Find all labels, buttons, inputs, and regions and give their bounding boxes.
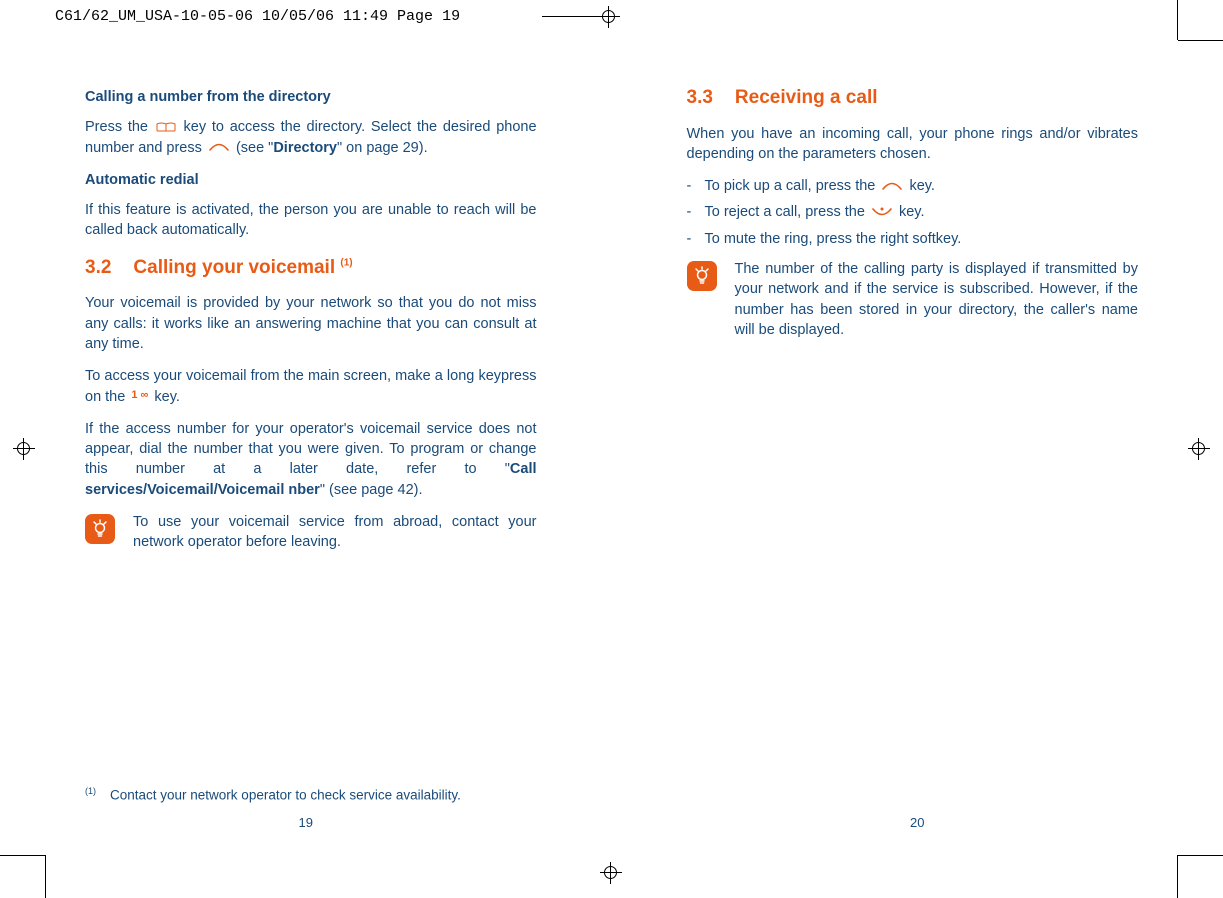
call-key-icon — [879, 176, 905, 194]
section-title: Calling your voicemail — [133, 257, 340, 278]
crop-line — [1177, 0, 1178, 40]
paragraph: Press the key to access the directory. S… — [85, 117, 537, 158]
paragraph: When you have an incoming call, your pho… — [687, 124, 1139, 165]
crop-mark-top-icon — [598, 6, 620, 28]
end-key-icon — [869, 203, 895, 221]
bullet-list: - To pick up a call, press the key. - To… — [687, 176, 1139, 249]
text: To reject a call, press the — [705, 204, 869, 220]
page-number: 20 — [612, 814, 1223, 832]
text: key. — [899, 204, 925, 220]
text: If the access number for your operator's… — [85, 421, 537, 478]
section-title: Receiving a call — [735, 87, 878, 108]
page-right: 3.3 Receiving a call When you have an inc… — [612, 60, 1223, 860]
directory-key-icon — [154, 117, 178, 135]
heading-directory: Calling a number from the directory — [85, 87, 537, 107]
text: To pick up a call, press the — [705, 178, 880, 194]
list-dash: - — [687, 202, 705, 222]
crop-line — [1177, 855, 1178, 898]
paragraph: Your voicemail is provided by your netwo… — [85, 293, 537, 354]
list-item: - To mute the ring, press the right soft… — [687, 229, 1139, 249]
crop-mark-bottom-icon — [600, 862, 622, 884]
lightbulb-icon — [85, 514, 115, 544]
list-text: To mute the ring, press the right softke… — [705, 229, 962, 249]
page-number: 19 — [0, 814, 612, 832]
text: Press the — [85, 119, 154, 135]
section-number: 3.2 — [85, 257, 111, 278]
lightbulb-icon — [687, 261, 717, 291]
section-number: 3.3 — [687, 87, 713, 108]
tip-text: To use your voicemail service from abroa… — [133, 512, 537, 553]
list-item: - To reject a call, press the key. — [687, 202, 1139, 222]
page-left: Calling a number from the directory Pres… — [0, 60, 612, 860]
crop-line — [45, 855, 46, 898]
footnote-ref: (1) — [340, 257, 352, 268]
text-bold: Directory — [273, 140, 337, 156]
list-dash: - — [687, 176, 705, 196]
list-text: To pick up a call, press the key. — [705, 176, 935, 196]
text: " on page 29). — [337, 140, 428, 156]
call-key-icon — [206, 138, 232, 156]
heading-redial: Automatic redial — [85, 170, 537, 190]
print-header: C61/62_UM_USA-10-05-06 10/05/06 11:49 Pa… — [55, 8, 460, 25]
crop-line — [1178, 40, 1223, 41]
footnote-text: Contact your network operator to check s… — [110, 787, 461, 802]
section-heading-3-3: 3.3 Receiving a call — [687, 85, 1139, 112]
footnote: (1) Contact your network operator to chec… — [85, 785, 461, 805]
text: key. — [150, 389, 180, 405]
page-spread: Calling a number from the directory Pres… — [0, 60, 1223, 860]
text: " (see page 42). — [320, 482, 423, 498]
tip-text: The number of the calling party is displ… — [735, 259, 1139, 340]
print-header-line — [542, 16, 598, 17]
paragraph: If this feature is activated, the person… — [85, 200, 537, 241]
list-text: To reject a call, press the key. — [705, 202, 925, 222]
key-1-icon: 1 ∞ — [129, 388, 150, 403]
paragraph: To access your voicemail from the main s… — [85, 366, 537, 407]
tip-box: The number of the calling party is displ… — [687, 259, 1139, 340]
paragraph: If the access number for your operator's… — [85, 419, 537, 500]
text: key. — [909, 178, 935, 194]
section-heading-3-2: 3.2 Calling your voicemail (1) — [85, 255, 537, 282]
list-item: - To pick up a call, press the key. — [687, 176, 1139, 196]
footnote-marker: (1) — [85, 786, 96, 796]
list-dash: - — [687, 229, 705, 249]
tip-box: To use your voicemail service from abroa… — [85, 512, 537, 553]
text: (see " — [236, 140, 273, 156]
